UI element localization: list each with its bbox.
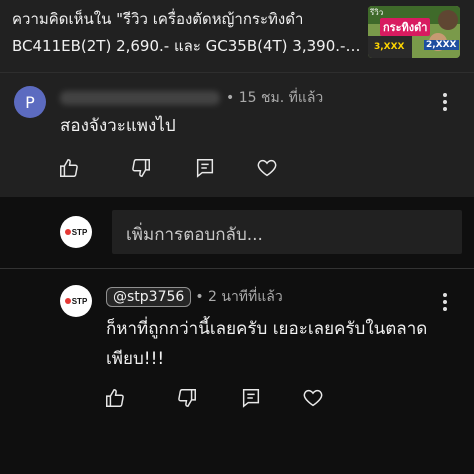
logo-dot-icon: [64, 298, 71, 304]
dislike-icon[interactable]: [176, 387, 198, 409]
more-options-icon[interactable]: [443, 93, 447, 111]
more-options-icon[interactable]: [443, 293, 447, 311]
stp-logo: STP: [64, 227, 88, 237]
reply-input-placeholder: เพิ่มการตอบกลับ...: [126, 225, 263, 245]
divider: [0, 268, 474, 269]
thumbnail-title: กระทิงดำ: [380, 18, 431, 36]
comments-header: ความคิดเห็นใน "รีวิว เครื่องตัดหญ้ากระทิ…: [0, 0, 474, 72]
heart-icon[interactable]: [256, 157, 278, 179]
reply-header: @stp3756 • 2 นาทีที่แล้ว: [106, 286, 283, 308]
header-line-2: BC411EB(2T) 2,690.- และ GC35B(4T) 3,390.…: [12, 37, 364, 55]
avatar-letter: P: [25, 92, 35, 112]
comment-timestamp: • 15 ชม. ที่แล้ว: [226, 90, 324, 106]
comments-context-title[interactable]: ความคิดเห็นใน "รีวิว เครื่องตัดหญ้ากระทิ…: [12, 6, 364, 60]
reply-avatar[interactable]: STP: [60, 285, 92, 317]
comment-text: สองจังวะแพงไป: [60, 116, 176, 136]
dislike-icon[interactable]: [130, 157, 152, 179]
thumbnail-price-left: 3,XXX: [374, 42, 405, 52]
logo-text: STP: [71, 227, 88, 237]
reply-text: ก็หาที่ถูกกว่านี้เลยครับ เยอะเลยครับในตล…: [106, 314, 466, 374]
user-avatar: STP: [60, 216, 92, 248]
reply-text-line-1: ก็หาที่ถูกกว่านี้เลยครับ เยอะเลยครับในตล…: [106, 319, 428, 339]
like-icon[interactable]: [58, 157, 80, 179]
blurred-username[interactable]: [60, 91, 220, 105]
reply-text-line-2: เพียบ!!!: [106, 349, 165, 369]
heart-icon[interactable]: [302, 387, 324, 409]
logo-text: STP: [71, 296, 88, 306]
reply-author-handle[interactable]: @stp3756: [106, 287, 192, 307]
stp-logo: STP: [64, 296, 88, 306]
comment-header: • 15 ชม. ที่แล้ว: [60, 87, 323, 109]
like-icon[interactable]: [104, 387, 126, 409]
reply-input[interactable]: เพิ่มการตอบกลับ...: [112, 210, 462, 254]
reply-icon[interactable]: [194, 157, 216, 179]
logo-dot-icon: [64, 229, 71, 235]
reply-icon[interactable]: [240, 387, 262, 409]
header-line-1: ความคิดเห็นใน "รีวิว เครื่องตัดหญ้ากระทิ…: [12, 10, 304, 28]
avatar[interactable]: P: [14, 86, 46, 118]
thumbnail-price-right: 2,XXX: [424, 40, 459, 50]
reply-timestamp: • 2 นาทีที่แล้ว: [195, 289, 283, 305]
comment-thread: P • 15 ชม. ที่แล้ว สองจังวะแพงไป: [0, 72, 474, 197]
video-thumbnail[interactable]: รีวิว กระทิงดำ 3,XXX 2,XXX: [368, 6, 460, 58]
